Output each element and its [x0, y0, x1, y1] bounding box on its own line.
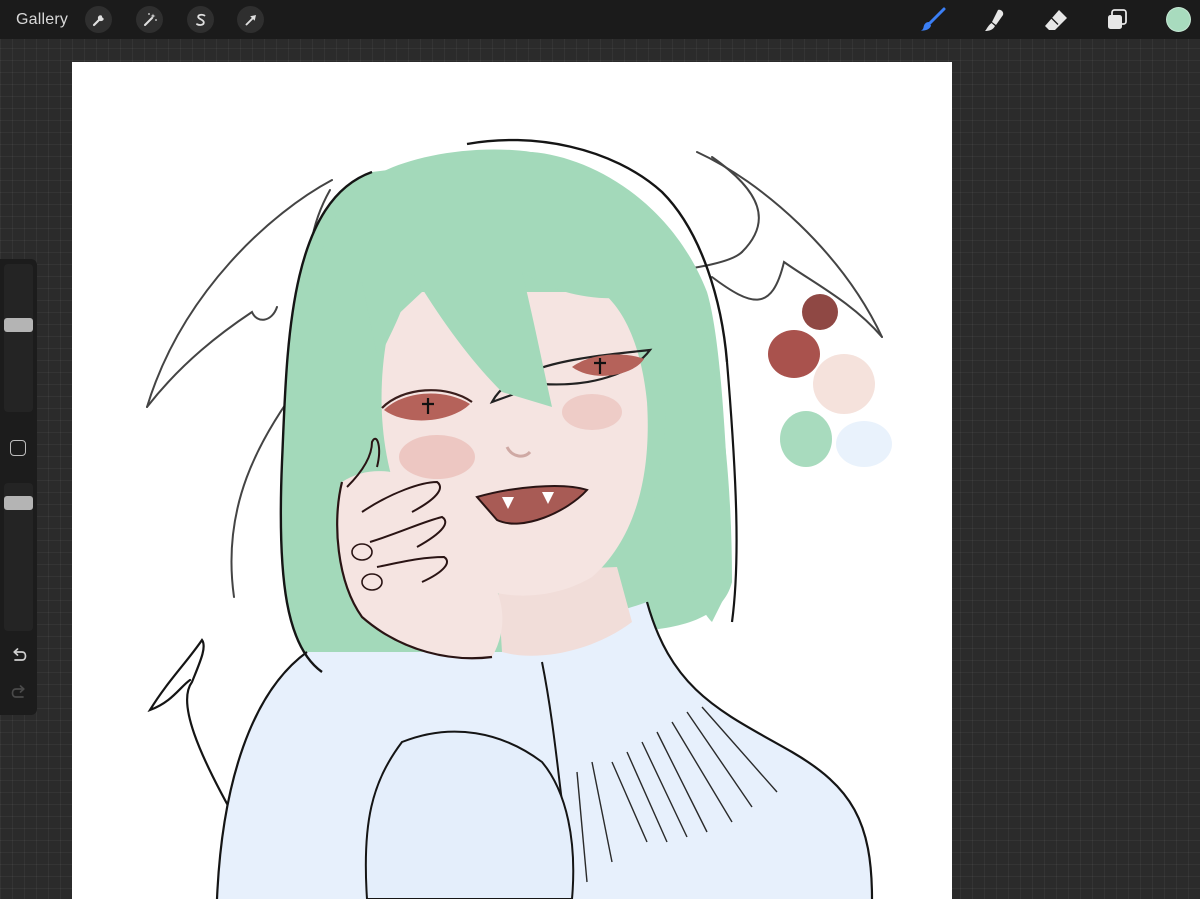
undo-icon [12, 647, 26, 661]
layers-icon [1108, 9, 1127, 29]
sidebar [0, 259, 37, 715]
opacity-thumb[interactable] [4, 496, 33, 511]
eraser-button[interactable] [1041, 5, 1071, 35]
selection-s-icon [195, 13, 205, 26]
eraser-icon [1045, 10, 1067, 30]
wrench-icon [92, 14, 104, 26]
magic-wand-icon [143, 12, 157, 26]
brush-button[interactable] [918, 5, 948, 35]
arrow-cursor-icon [245, 14, 256, 25]
artwork [146, 138, 892, 899]
layers-button[interactable] [1102, 5, 1132, 35]
drawing-canvas[interactable] [72, 62, 952, 899]
palette-swatch [836, 421, 892, 467]
selection-button[interactable] [187, 6, 214, 33]
palette-swatch [802, 294, 838, 330]
gallery-button[interactable]: Gallery [16, 10, 68, 30]
brush-size-slider[interactable] [4, 264, 33, 412]
adjustments-button[interactable] [136, 6, 163, 33]
top-toolbar: Gallery [0, 0, 1200, 39]
smudge-button[interactable] [979, 5, 1009, 35]
smudge-finger-icon [985, 9, 1004, 31]
blush-left [399, 435, 475, 479]
palette-swatch [780, 411, 832, 467]
undo-button[interactable] [8, 644, 29, 665]
transform-button[interactable] [237, 6, 264, 33]
blush-right [562, 394, 622, 430]
palette-swatch [768, 330, 820, 378]
modify-button[interactable] [10, 440, 26, 456]
brush-size-thumb[interactable] [4, 317, 33, 332]
palette-swatch [813, 354, 875, 414]
actions-button[interactable] [85, 6, 112, 33]
brush-icon [921, 7, 946, 31]
devil-tail [147, 638, 242, 829]
color-button[interactable] [1166, 7, 1191, 32]
redo-icon [11, 684, 25, 698]
redo-button[interactable] [8, 681, 29, 702]
